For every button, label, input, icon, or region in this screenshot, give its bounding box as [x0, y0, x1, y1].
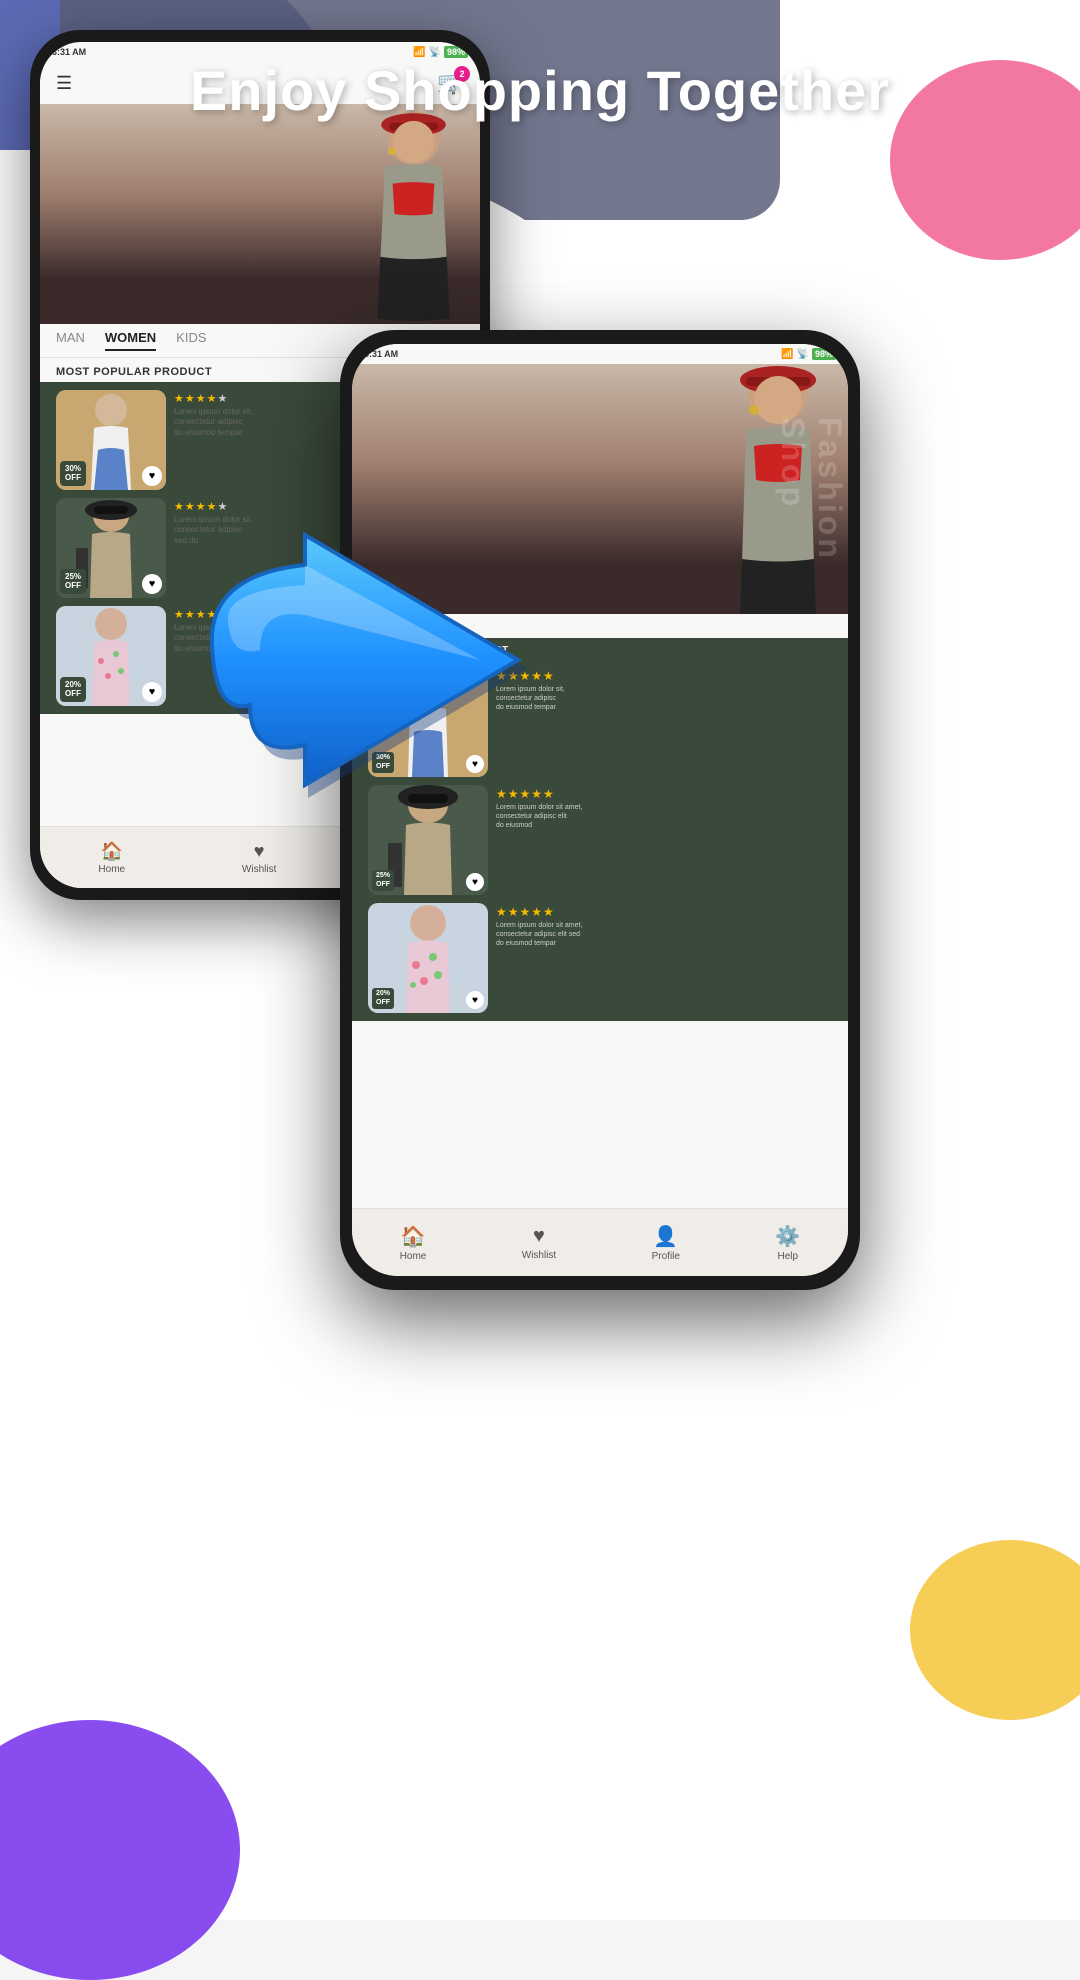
tab-kids[interactable]: KIDS — [176, 330, 206, 351]
discount-badge-2: 25%OFF — [60, 569, 86, 594]
product-image-2: 25%OFF ♥ — [56, 498, 166, 598]
home-label-1: Home — [98, 864, 125, 875]
wishlist-btn-2[interactable]: ♥ — [142, 574, 162, 594]
arrow-icon — [200, 520, 540, 840]
status-icons-1: 📶 📡 98% — [413, 46, 468, 58]
tab-man[interactable]: MAN — [56, 330, 85, 351]
product-info-p2-3: ★★★★★ Lorem ipsum dolor sit amet,consect… — [496, 903, 832, 948]
stars-p2-2: ★★★★★ — [496, 787, 832, 801]
wishlist-icon-1: ♥ — [254, 841, 265, 862]
wifi-icon-1: 📡 — [429, 47, 441, 58]
nav-profile-2[interactable]: 👤 Profile — [652, 1224, 680, 1262]
help-label-2: Help — [778, 1251, 799, 1262]
status-bar-2: 3:31 AM 📶 📡 98% — [352, 344, 848, 364]
wishlist-label-1: Wishlist — [242, 864, 276, 875]
product-img-p2-3: 20%OFF ♥ — [368, 903, 488, 1013]
signal-icon-2: 📶 — [781, 349, 793, 360]
time-1: 3:31 AM — [52, 47, 86, 57]
home-icon-1: 🏠 — [101, 841, 123, 862]
nav-home-2[interactable]: 🏠 Home — [400, 1224, 427, 1262]
discount-p2-2: 25%OFF — [372, 870, 394, 891]
wifi-icon-2: 📡 — [797, 349, 809, 360]
battery-1: 98% — [444, 46, 468, 58]
product-info-p2-1: ★★★★★ Lorem ipsum dolor sit,consectetur … — [496, 667, 832, 712]
discount-p2-3: 20%OFF — [372, 988, 394, 1009]
product-image-1: 30%OFF ♥ — [56, 390, 166, 490]
stars-p2-3: ★★★★★ — [496, 905, 832, 919]
wishlist-p2-3[interactable]: ♥ — [466, 991, 484, 1009]
nav-wishlist-2[interactable]: ♥ Wishlist — [522, 1225, 556, 1261]
profile-label-2: Profile — [652, 1251, 680, 1262]
desc-p2-3: Lorem ipsum dolor sit amet,consectetur a… — [496, 921, 832, 948]
wishlist-btn-3[interactable]: ♥ — [142, 682, 162, 702]
product-image-3: 20%OFF ♥ — [56, 606, 166, 706]
nav-help-2[interactable]: ⚙️ Help — [775, 1224, 800, 1262]
product-row-p2-3: 20%OFF ♥ ★★★★★ Lorem ipsum dolor sit ame… — [360, 899, 840, 1017]
page-title: Enjoy Shopping Together — [50, 58, 1030, 123]
desc-p2-2: Lorem ipsum dolor sit amet,consectetur a… — [496, 803, 832, 830]
wishlist-btn-1[interactable]: ♥ — [142, 466, 162, 486]
wishlist-label-2: Wishlist — [522, 1250, 556, 1261]
stars-p2-1: ★★★★★ — [496, 669, 832, 683]
bottom-nav-2: 🏠 Home ♥ Wishlist 👤 Profile ⚙️ Help — [352, 1208, 848, 1276]
status-icons-2: 📶 📡 98% — [781, 348, 836, 360]
desc-p2-1: Lorem ipsum dolor sit,consectetur adipis… — [496, 685, 832, 712]
nav-home-1[interactable]: 🏠 Home — [98, 841, 125, 875]
discount-badge-3: 20%OFF — [60, 677, 86, 702]
arrow-container — [200, 520, 540, 840]
time-2: 3:31 AM — [364, 349, 398, 359]
profile-icon-2: 👤 — [653, 1224, 678, 1249]
wishlist-icon-2: ♥ — [533, 1225, 545, 1248]
tab-women[interactable]: WOMEN — [105, 330, 156, 351]
discount-badge-1: 30%OFF — [60, 461, 86, 486]
home-icon-2: 🏠 — [401, 1224, 426, 1249]
product-info-p2-2: ★★★★★ Lorem ipsum dolor sit amet,consect… — [496, 785, 832, 830]
signal-icon-1: 📶 — [413, 47, 425, 58]
nav-wishlist-1[interactable]: ♥ Wishlist — [242, 841, 276, 875]
home-label-2: Home — [400, 1251, 427, 1262]
battery-2: 98% — [812, 348, 836, 360]
help-icon-2: ⚙️ — [775, 1224, 800, 1249]
wishlist-p2-2[interactable]: ♥ — [466, 873, 484, 891]
